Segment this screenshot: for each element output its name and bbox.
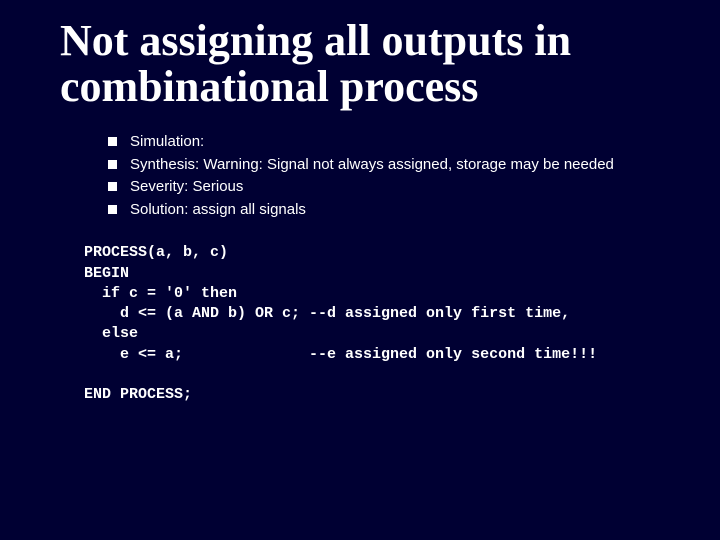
- list-item: Simulation:: [108, 132, 692, 152]
- slide-title: Not assigning all outputs in combination…: [60, 18, 692, 110]
- list-item: Synthesis: Warning: Signal not always as…: [108, 155, 692, 175]
- list-item: Solution: assign all signals: [108, 200, 692, 220]
- slide: Not assigning all outputs in combination…: [0, 0, 720, 540]
- bullet-list: Simulation: Synthesis: Warning: Signal n…: [60, 132, 692, 219]
- list-item: Severity: Serious: [108, 177, 692, 197]
- code-block: PROCESS(a, b, c) BEGIN if c = '0' then d…: [84, 243, 692, 405]
